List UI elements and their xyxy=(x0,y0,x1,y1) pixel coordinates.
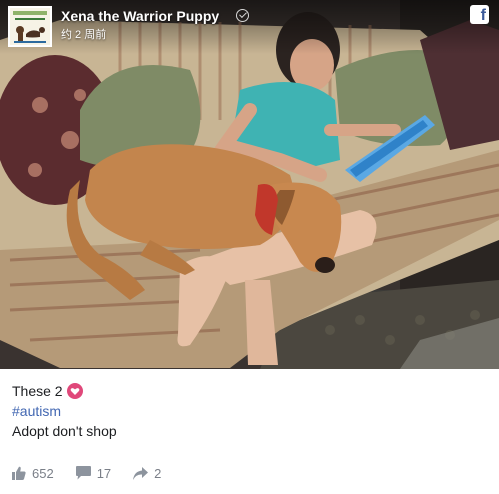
hashtag-autism[interactable]: #autism xyxy=(12,401,61,421)
share-icon xyxy=(133,466,149,480)
caption-line-2: #autism xyxy=(12,401,117,421)
caption-text-3: Adopt don't shop xyxy=(12,423,117,439)
comment-icon xyxy=(75,466,91,480)
post-stats-bar: 652 17 2 xyxy=(12,464,183,482)
facebook-post: Xena the Warrior Puppy 约 2 周前 f These 2 … xyxy=(0,0,499,494)
like-icon xyxy=(12,466,26,480)
heart-icon xyxy=(66,383,83,399)
post-timestamp[interactable]: 约 2 周前 xyxy=(61,26,106,42)
comment-count: 17 xyxy=(96,465,112,481)
post-caption: These 2 #autism Adopt don't shop xyxy=(12,381,117,441)
page-name[interactable]: Xena the Warrior Puppy xyxy=(61,8,219,24)
caption-line-3: Adopt don't shop xyxy=(12,421,117,441)
page-avatar[interactable] xyxy=(8,6,52,47)
facebook-icon[interactable]: f xyxy=(470,5,489,24)
caption-line-1: These 2 xyxy=(12,381,117,401)
post-photo[interactable]: Xena the Warrior Puppy 约 2 周前 f xyxy=(0,0,499,369)
comment-stat[interactable]: 17 xyxy=(75,465,112,481)
like-count: 652 xyxy=(32,465,54,481)
share-stat[interactable]: 2 xyxy=(133,466,161,481)
like-stat[interactable]: 652 xyxy=(12,466,54,481)
photo-boy-and-dog xyxy=(0,0,499,369)
caption-text-1: These 2 xyxy=(12,383,63,399)
verified-icon xyxy=(236,9,249,22)
share-count: 2 xyxy=(154,465,162,481)
